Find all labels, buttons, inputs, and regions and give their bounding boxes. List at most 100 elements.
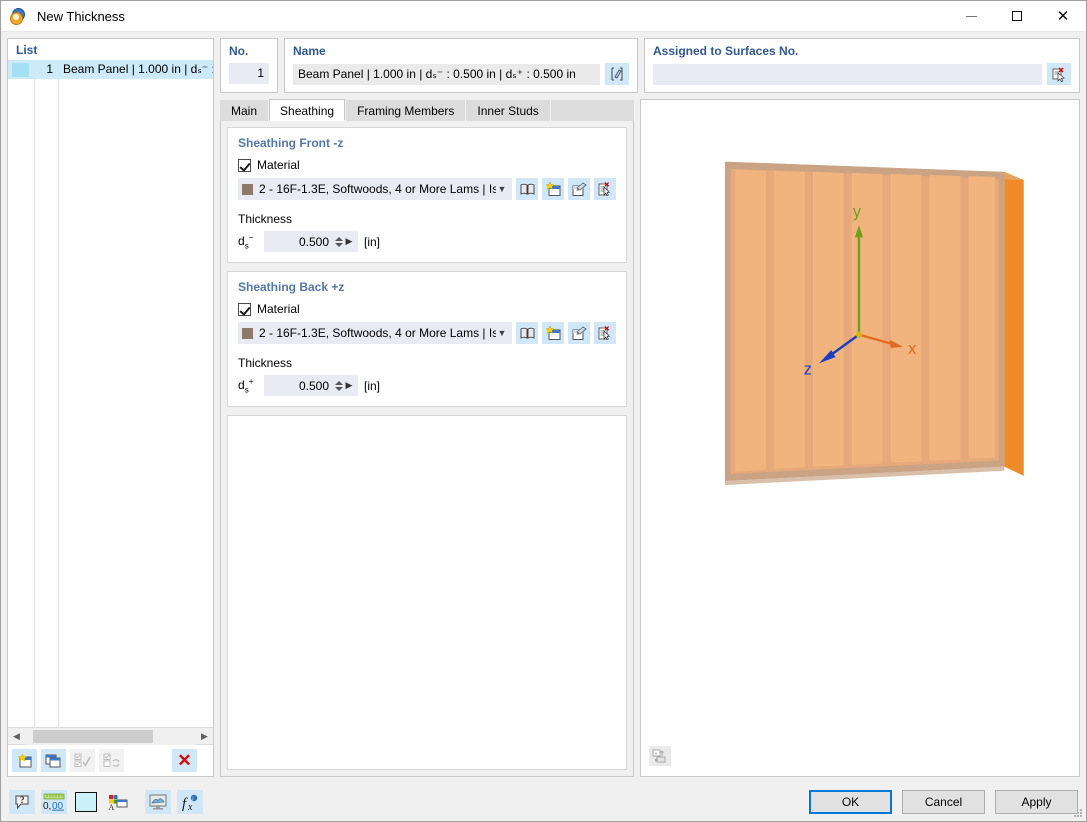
maximize-button[interactable] — [994, 1, 1040, 32]
assigned-input[interactable] — [653, 63, 1042, 85]
back-thickness-more-icon[interactable]: ▶ — [343, 380, 355, 391]
pick-surfaces-cancel-icon[interactable] — [1047, 63, 1071, 85]
front-material-value: 2 - 16F-1.3E, Softwoods, 4 or More Lams … — [259, 182, 496, 196]
material-info-icon[interactable] — [594, 322, 616, 344]
center-column: Main Sheathing Framing Members Inner Stu… — [220, 99, 634, 777]
info-bubble-icon[interactable]: ? — [9, 790, 35, 814]
no-value[interactable]: 1 — [229, 63, 269, 84]
svg-text:00: 00 — [52, 801, 64, 811]
name-label: Name — [293, 44, 326, 58]
minimize-button[interactable] — [948, 1, 994, 32]
3d-viewport[interactable]: y x z — [640, 99, 1080, 777]
sheathing-tab-panel: Sheathing Front -z Material 2 - 16F-1.3E… — [220, 121, 634, 777]
back-thickness-row: ds+ 0.500 ▶ [in] — [238, 375, 616, 396]
svg-text:x: x — [187, 802, 193, 811]
scrollbar-thumb[interactable] — [33, 729, 153, 743]
back-material-row: 2 - 16F-1.3E, Softwoods, 4 or More Lams … — [238, 322, 616, 344]
name-box: Name Beam Panel | 1.000 in | dₛ⁻ : 0.500… — [284, 38, 638, 93]
apply-button[interactable]: Apply — [995, 790, 1078, 814]
assigned-box: Assigned to Surfaces No. — [644, 38, 1080, 93]
svg-text:i: i — [192, 796, 193, 802]
back-material-combo[interactable]: 2 - 16F-1.3E, Softwoods, 4 or More Lams … — [238, 322, 512, 344]
front-thickness-row: ds− 0.500 ▶ [in] — [238, 231, 616, 252]
material-library-icon[interactable] — [516, 322, 538, 344]
list-item-color-cell — [8, 60, 34, 79]
front-material-row: 2 - 16F-1.3E, Softwoods, 4 or More Lams … — [238, 178, 616, 200]
dialog-footer: ? 0, 00 A f x i OK Cancel Apply — [1, 783, 1086, 821]
delete-thickness-button[interactable]: ✕ — [172, 749, 197, 772]
material-color-swatch — [242, 327, 253, 339]
list-horizontal-scrollbar[interactable]: ◀ ▶ — [8, 727, 213, 745]
dialog-body: List 1 Beam Panel | 1.000 in | dₛ⁻ : 0.5… — [1, 32, 1086, 783]
material-info-icon[interactable] — [594, 178, 616, 200]
sheathing-back-title: Sheathing Back +z — [238, 280, 345, 294]
view-settings-icon[interactable] — [649, 746, 671, 766]
cancel-button[interactable]: Cancel — [902, 790, 985, 814]
list-toolbar: ✕ — [8, 744, 213, 776]
new-material-icon[interactable] — [542, 322, 564, 344]
material-color-swatch — [242, 183, 253, 195]
new-thickness-dialog: New Thickness ✕ List 1 Beam Panel | 1.00… — [0, 0, 1087, 822]
color-swatch-icon[interactable] — [73, 790, 99, 814]
decimal-places-icon[interactable]: 0, 00 — [41, 790, 67, 814]
copy-thickness-button[interactable] — [41, 749, 66, 772]
edit-material-icon[interactable] — [568, 322, 590, 344]
list-header: List — [16, 43, 38, 57]
tab-inner-studs[interactable]: Inner Studs — [466, 100, 550, 121]
formula-icon[interactable]: f x i — [177, 790, 203, 814]
back-thickness-label: Thickness — [238, 356, 293, 370]
rendering-icon[interactable] — [145, 790, 171, 814]
back-thickness-stepper[interactable] — [334, 380, 343, 391]
resize-grip[interactable] — [1073, 808, 1083, 818]
back-material-checkbox[interactable] — [238, 302, 251, 316]
tab-sheathing[interactable]: Sheathing — [269, 99, 346, 121]
list-item[interactable]: 1 Beam Panel | 1.000 in | dₛ⁻ : 0.50 — [8, 60, 213, 79]
svg-text:?: ? — [20, 795, 25, 805]
display-properties-icon[interactable]: A — [105, 790, 131, 814]
no-label: No. — [229, 44, 249, 58]
assigned-label: Assigned to Surfaces No. — [653, 44, 799, 58]
front-material-label: Material — [257, 158, 300, 172]
list-item-number: 1 — [34, 60, 58, 79]
tab-framing-members[interactable]: Framing Members — [346, 100, 466, 121]
list-grid-line — [58, 79, 59, 727]
chevron-down-icon[interactable]: ▼ — [496, 184, 508, 194]
back-thickness-input[interactable]: 0.500 ▶ — [264, 375, 358, 396]
new-material-icon[interactable] — [542, 178, 564, 200]
edit-material-icon[interactable] — [568, 178, 590, 200]
front-thickness-label: Thickness — [238, 212, 293, 226]
back-material-checkbox-row[interactable]: Material — [238, 302, 616, 316]
front-thickness-input[interactable]: 0.500 ▶ — [264, 231, 358, 252]
ok-button[interactable]: OK — [809, 790, 892, 814]
main-row: Main Sheathing Framing Members Inner Stu… — [220, 99, 1080, 777]
window-title: New Thickness — [37, 8, 125, 24]
chevron-down-icon[interactable]: ▼ — [496, 328, 508, 338]
scrollbar-track[interactable] — [25, 727, 196, 745]
back-material-label: Material — [257, 302, 300, 316]
scroll-left-icon[interactable]: ◀ — [8, 728, 25, 745]
list-rows: 1 Beam Panel | 1.000 in | dₛ⁻ : 0.50 — [8, 60, 213, 727]
tab-main[interactable]: Main — [220, 100, 269, 121]
color-swatch — [12, 62, 29, 77]
sheathing-front-group: Sheathing Front -z Material 2 - 16F-1.3E… — [227, 127, 627, 263]
material-library-icon[interactable] — [516, 178, 538, 200]
name-input[interactable]: Beam Panel | 1.000 in | dₛ⁻ : 0.500 in |… — [293, 63, 600, 85]
invert-check-icon — [99, 749, 124, 772]
red-x-icon: ✕ — [177, 751, 192, 770]
new-thickness-button[interactable] — [12, 749, 37, 772]
name-row: Beam Panel | 1.000 in | dₛ⁻ : 0.500 in |… — [293, 63, 629, 85]
front-thickness-symbol: ds− — [238, 232, 254, 251]
dialog-buttons: OK Cancel Apply — [809, 790, 1078, 814]
front-material-checkbox-row[interactable]: Material — [238, 158, 616, 172]
front-material-checkbox[interactable] — [238, 158, 251, 172]
axis-y-label: y — [853, 203, 862, 221]
axis-z-label: z — [804, 361, 812, 379]
sheathing-back-group: Sheathing Back +z Material 2 - 16F-1.3E,… — [227, 271, 627, 407]
front-thickness-more-icon[interactable]: ▶ — [343, 236, 355, 247]
scroll-right-icon[interactable]: ▶ — [196, 728, 213, 745]
close-button[interactable]: ✕ — [1040, 1, 1086, 32]
edit-name-icon[interactable] — [605, 63, 629, 85]
no-box: No. 1 — [220, 38, 278, 93]
front-material-combo[interactable]: 2 - 16F-1.3E, Softwoods, 4 or More Lams … — [238, 178, 512, 200]
front-thickness-stepper[interactable] — [334, 236, 343, 247]
